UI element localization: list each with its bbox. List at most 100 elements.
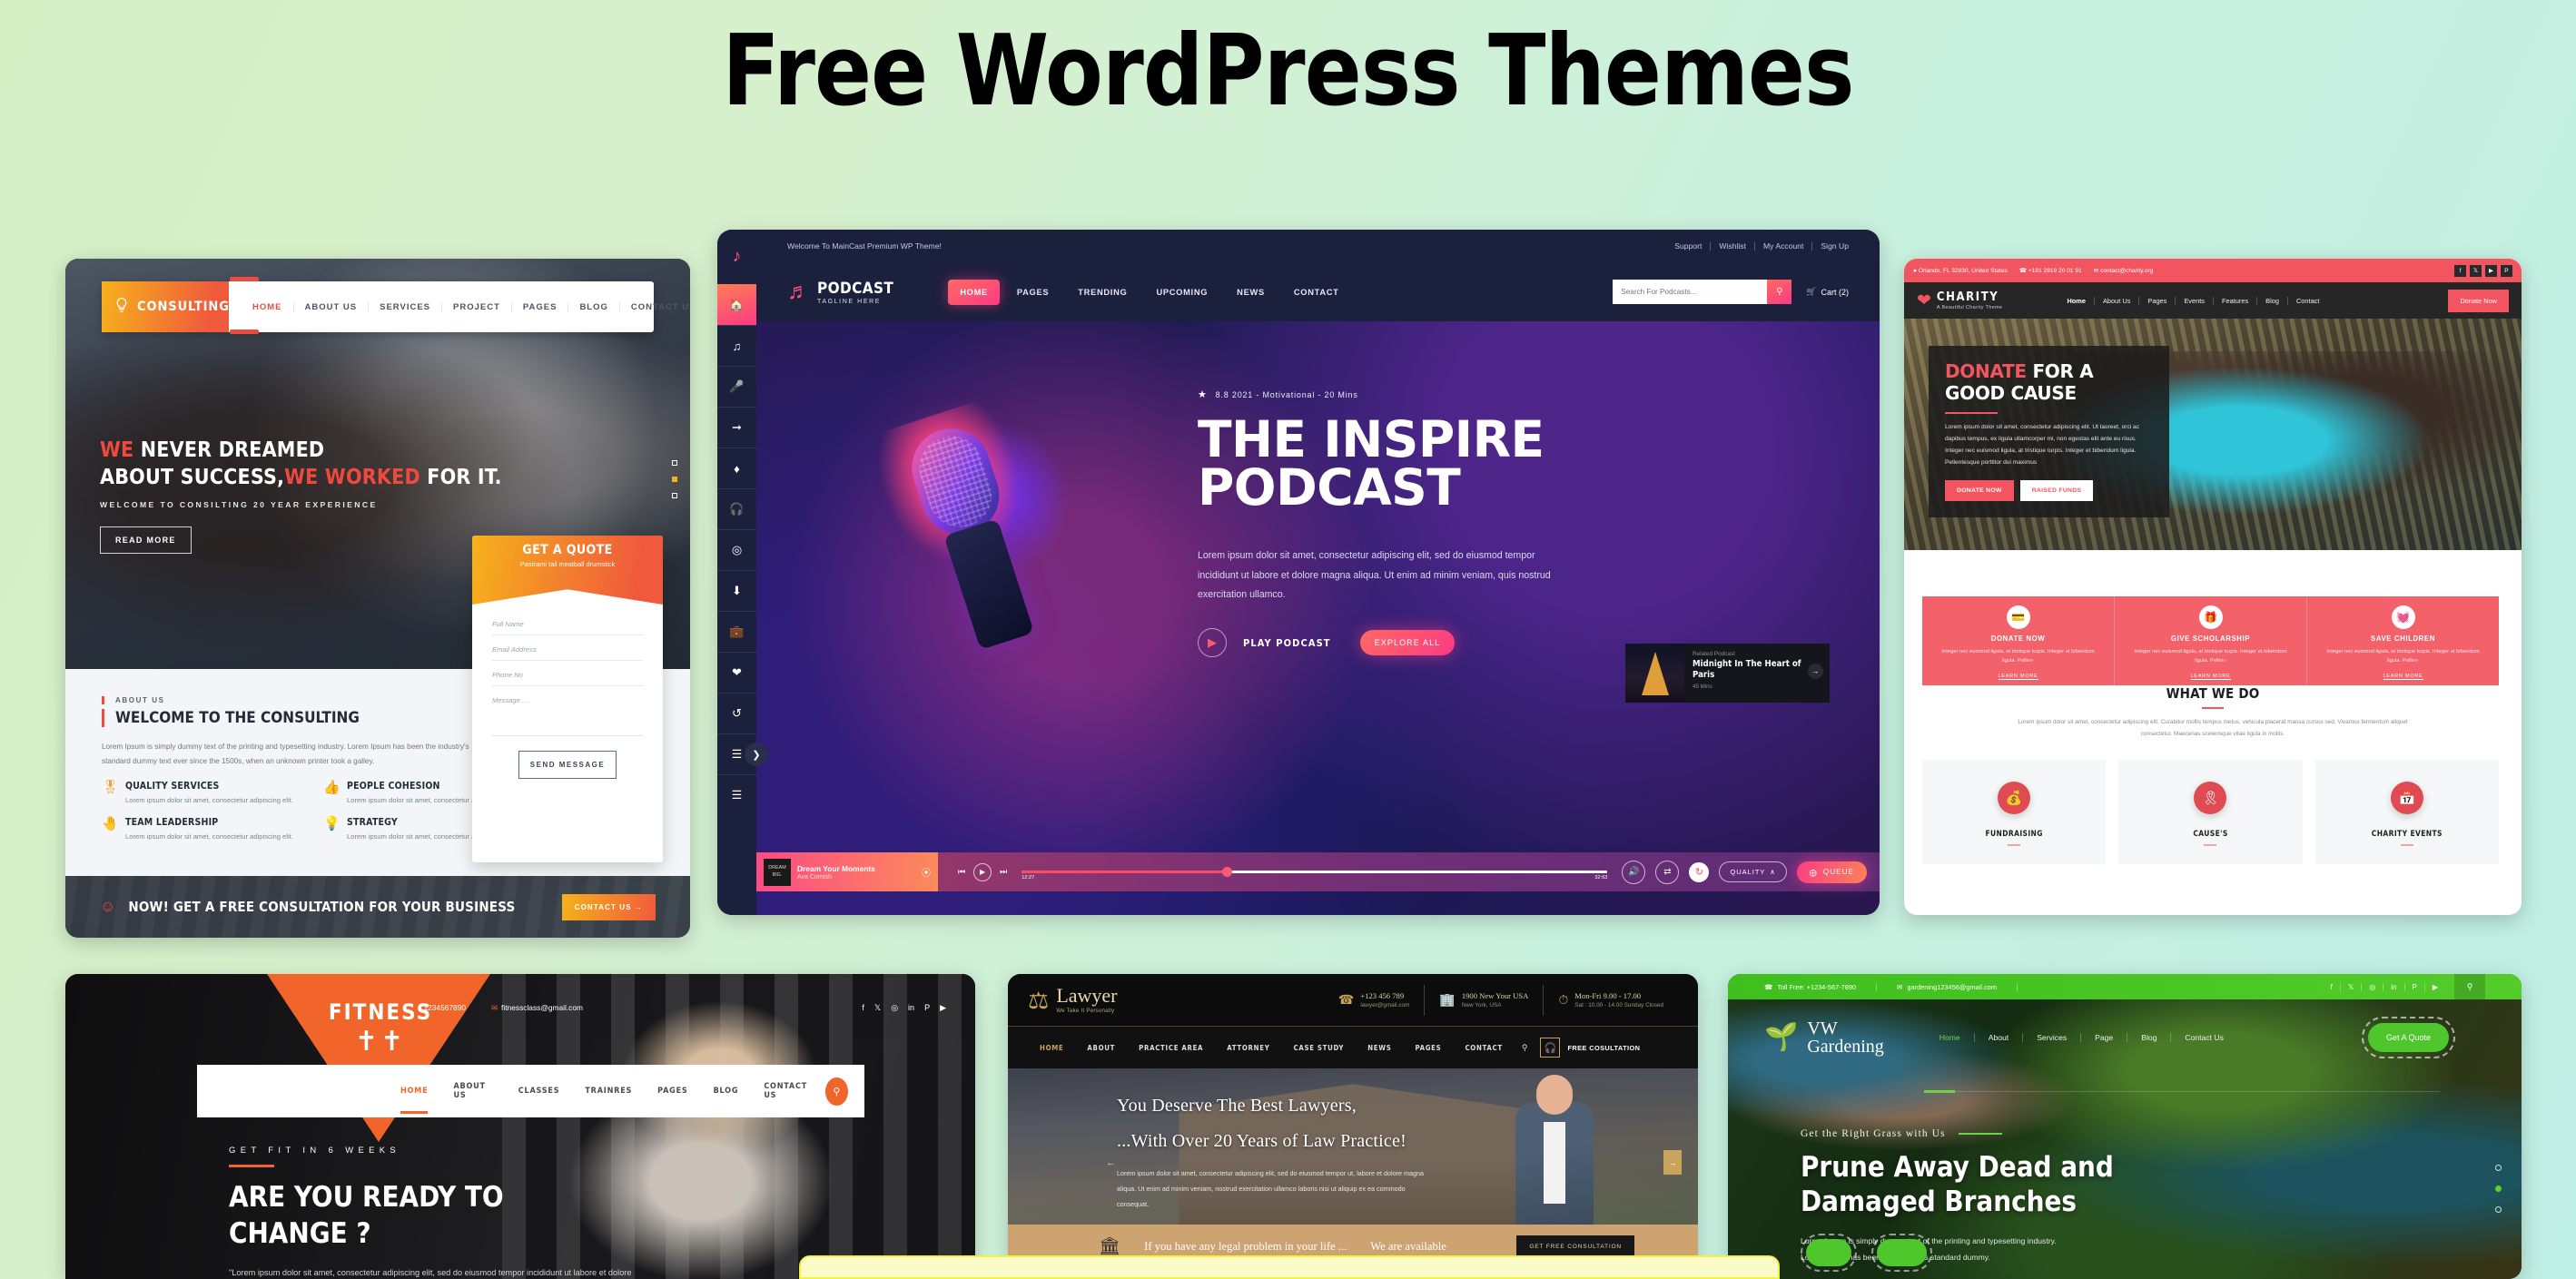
queue-button[interactable]: ⨁ QUEUE (1796, 861, 1867, 883)
twitter-icon[interactable]: 𝕏 (874, 1003, 881, 1013)
garden-menu-contact[interactable]: Contact Us (2171, 1033, 2237, 1042)
charity-menu-home[interactable]: Home (2058, 296, 2095, 305)
topbar-link-sign-up[interactable]: Sign Up (1812, 241, 1849, 251)
consulting-menu-pages[interactable]: PAGES (512, 301, 569, 312)
search-icon[interactable]: ⚲ (1767, 280, 1792, 304)
consulting-menu-blog[interactable]: BLOG (568, 301, 620, 312)
repeat-icon[interactable]: ↻ (1689, 861, 1710, 882)
sidebar-item-briefcase[interactable]: 💼 (717, 611, 756, 652)
phone-field[interactable]: Phone No (492, 661, 643, 686)
fitness-logo[interactable]: FITNESS ✝✝ (303, 999, 458, 1056)
email-field[interactable]: Email Address (492, 635, 643, 661)
consulting-logo[interactable]: CONSULTING (102, 281, 229, 332)
player-progress-bar[interactable]: 12:27 32:63 (1022, 864, 1608, 881)
sidebar-item-microphone[interactable]: 🎤 (717, 366, 756, 407)
instagram-icon[interactable]: ◎ (2362, 982, 2384, 991)
consulting-menu-home[interactable]: HOME (242, 301, 294, 312)
twitter-icon[interactable]: 𝕏 (2470, 264, 2482, 277)
lawyer-menu-news[interactable]: NEWS (1356, 1044, 1403, 1052)
fitness-menu-blog[interactable]: BLOG (701, 1087, 752, 1096)
fitness-menu-home[interactable]: HOME (388, 1087, 440, 1114)
search-icon[interactable]: ⚲ (1522, 1043, 1528, 1053)
shuffle-icon[interactable]: ⇄ (1655, 860, 1680, 884)
donate-now-button[interactable]: Donate Now (2448, 289, 2509, 312)
theme-card-fitness[interactable]: FITNESS ✝✝ ☎ 1234567890 ✉ fitnessclass@gma… (65, 974, 975, 1279)
garden-menu-blog[interactable]: Blog (2127, 1033, 2172, 1042)
podcast-player-bar[interactable]: DREAM BIG. Dream Your Moments Ava Cornis… (756, 852, 1880, 891)
theme-card-podcast[interactable]: ♪ 🏠 ♫ 🎤 ➞ ♦ 🎧 ◎ ⬇ 💼 ❤ ↺ ☰ ☰ ❯ Welcome To… (717, 230, 1880, 915)
garden-button-2[interactable] (1870, 1234, 1932, 1272)
contact-us-button[interactable]: CONTACT US → (561, 893, 656, 920)
lawyer-menu-about[interactable]: ABOUT (1075, 1044, 1127, 1052)
consulting-menu-contact[interactable]: CONTACT US (620, 302, 690, 312)
sidebar-item-playlist[interactable]: ☰ (717, 774, 756, 815)
youtube-icon[interactable]: ▶ (2485, 264, 2497, 277)
podcast-logo[interactable]: ♬ PODCAST TAGLINE HERE (787, 280, 893, 305)
free-consultation-button[interactable]: 🎧 FREE COSULTATION (1540, 1038, 1640, 1058)
chevron-right-icon[interactable]: ❯ (745, 743, 768, 766)
fitness-menu-classes[interactable]: CLASSES (506, 1087, 573, 1096)
linkedin-icon[interactable]: in (2384, 982, 2405, 991)
search-icon[interactable]: ⚲ (2454, 974, 2485, 999)
theme-card-charity[interactable]: ● Orlando, FL 32830, United States ☎ +19… (1904, 259, 2522, 915)
cart-button[interactable]: 🛒 Cart (2) (1806, 287, 1849, 297)
twitter-icon[interactable]: 𝕏 (2341, 982, 2363, 991)
play-podcast-button[interactable]: ▶ (1198, 628, 1227, 657)
charity-service-card[interactable]: 🎗 CAUSE'S (2118, 760, 2303, 864)
charity-menu-about[interactable]: About Us (2095, 296, 2140, 305)
charity-service-card[interactable]: 💰 FUNDRAISING (1922, 760, 2107, 864)
theme-card-lawyer[interactable]: ⚖ Lawyer We Take It Personally ☎ +123 45… (1008, 974, 1698, 1279)
garden-menu-services[interactable]: Services (2023, 1033, 2082, 1042)
charity-card[interactable]: 🎁 GIVE SCHOLARSHIP Integer nec euismod l… (2115, 596, 2307, 685)
consulting-slider-dots[interactable] (672, 460, 677, 498)
get-free-consultation-button[interactable]: GET FREE CONSULTATION (1516, 1235, 1634, 1258)
donate-now-button-hero[interactable]: DONATE NOW (1945, 479, 2014, 501)
slider-dot-2[interactable] (672, 477, 677, 482)
skip-forward-icon[interactable]: ⏭ (1000, 867, 1007, 877)
search-icon[interactable]: ⚲ (824, 1077, 848, 1106)
youtube-icon[interactable]: ▶ (940, 1003, 946, 1013)
facebook-icon[interactable]: f (2454, 264, 2466, 277)
slider-dot-3[interactable] (672, 493, 677, 498)
search-input[interactable] (1613, 280, 1768, 304)
arrow-left-icon[interactable]: ← (1106, 1157, 1116, 1168)
add-circle-icon[interactable]: ⦿ (922, 865, 931, 879)
garden-menu-about[interactable]: About (1975, 1033, 2024, 1042)
topbar-link-wishlist[interactable]: Wishlist (1711, 241, 1755, 251)
read-more-button[interactable]: READ MORE (100, 526, 192, 554)
podcast-menu-contact[interactable]: CONTACT (1282, 280, 1351, 305)
charity-menu-features[interactable]: Features (2214, 296, 2258, 305)
lawyer-logo[interactable]: ⚖ Lawyer We Take It Personally (1028, 986, 1118, 1015)
sidebar-item-headphones[interactable]: 🎧 (717, 488, 756, 529)
quote-form[interactable]: Full Name Email Address Phone No Message… (472, 605, 663, 779)
learn-more-link[interactable]: LEARN MORE (2190, 674, 2231, 681)
lawyer-menu-home[interactable]: HOME (1028, 1044, 1075, 1052)
consulting-menu-about[interactable]: ABOUT US (294, 301, 370, 312)
related-podcast-card[interactable]: Related Podcast Midnight In The Heart of… (1625, 644, 1830, 703)
fitness-menu-about[interactable]: ABOUT US (440, 1082, 505, 1100)
pinterest-icon[interactable]: P (924, 1003, 930, 1013)
sidebar-item-history[interactable]: ↺ (717, 693, 756, 733)
theme-card-consulting[interactable]: CONSULTING HOME ABOUT US SERVICES PROJEC… (65, 259, 690, 938)
sidebar-item-favorites[interactable]: ❤ (717, 652, 756, 693)
full-name-field[interactable]: Full Name (492, 610, 643, 635)
sidebar-item-music[interactable]: ♫ (717, 325, 756, 366)
learn-more-link[interactable]: LEARN MORE (2383, 674, 2423, 681)
linkedin-icon[interactable]: in (908, 1003, 914, 1013)
charity-card[interactable]: 💓 SAVE CHILDREN Integer nec euismod ligu… (2307, 596, 2499, 685)
consulting-menu-services[interactable]: SERVICES (369, 301, 442, 312)
consulting-quote-form[interactable]: GET A QUOTE Pastrami tail meatball drums… (472, 536, 663, 862)
facebook-icon[interactable]: f (862, 1003, 864, 1013)
fitness-menu-contact[interactable]: CONTACT US (751, 1082, 824, 1100)
play-podcast-label[interactable]: PLAY PODCAST (1243, 637, 1331, 649)
lawyer-menu-contact[interactable]: CONTACT (1453, 1044, 1514, 1052)
lawyer-menu-practice-area[interactable]: PRACTICE AREA (1127, 1044, 1215, 1052)
explore-all-button[interactable]: EXPLORE ALL (1359, 630, 1456, 655)
pinterest-icon[interactable]: P (2501, 264, 2512, 277)
charity-menu-pages[interactable]: Pages (2139, 296, 2176, 305)
podcast-menu-trending[interactable]: TRENDING (1066, 280, 1139, 305)
lawyer-menu-attorney[interactable]: ATTORNEY (1215, 1044, 1281, 1052)
slider-dot-1[interactable] (2495, 1165, 2502, 1171)
volume-icon[interactable]: 🔊 (1622, 860, 1646, 884)
charity-menu-contact[interactable]: Contact (2288, 297, 2327, 305)
